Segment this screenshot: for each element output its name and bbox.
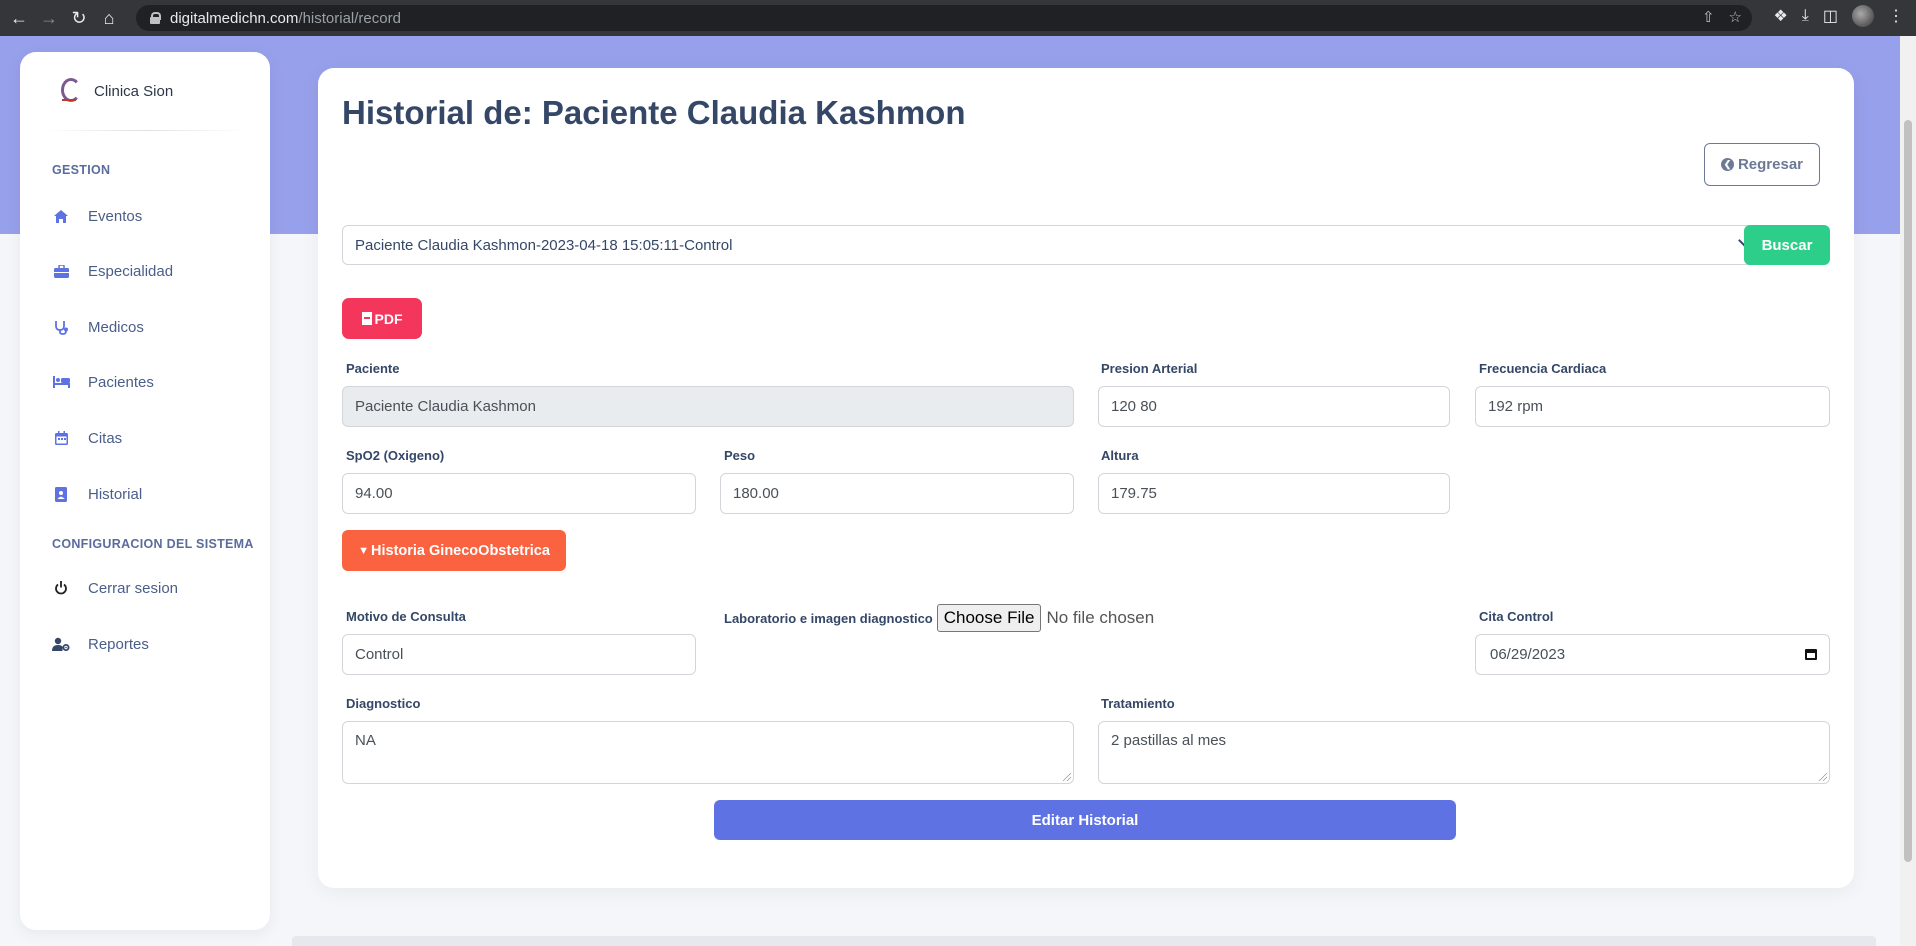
sidebar-item-citas[interactable]: Citas [52,422,252,454]
home-page-icon[interactable]: ⌂ [94,3,124,33]
diagnostico-label: Diagnostico [346,696,421,711]
footer-edge [292,936,1876,946]
page-title: Historial de: Paciente Claudia Kashmon [342,94,966,131]
sidebar-item-pacientes[interactable]: Pacientes [52,366,252,398]
power-icon [52,579,70,597]
pdf-button[interactable]: PDF [342,298,422,339]
sidebar-item-historial[interactable]: Historial [52,478,252,510]
clinic-logo-icon [58,78,81,104]
peso-field[interactable]: 180.00 [720,473,1074,514]
paciente-field: Paciente Claudia Kashmon [342,386,1074,427]
profile-avatar[interactable] [1852,5,1874,27]
gineco-label: Historia GinecoObstetrica [371,542,550,559]
cita-control-label: Cita Control [1479,609,1554,624]
historial-card: Historial de: Paciente Claudia Kashmon ❮… [318,68,1854,888]
sidebar-divider [42,130,248,131]
tratamiento-label: Tratamiento [1101,696,1175,711]
spo2-label: SpO2 (Oxigeno) [346,448,445,463]
resize-handle-icon[interactable] [1063,773,1071,781]
sidebar-item-label: Cerrar sesion [88,579,179,597]
sidebar-item-label: Pacientes [88,373,154,391]
reload-icon[interactable]: ↻ [64,3,94,33]
download-icon[interactable]: ⤓ [1802,7,1809,25]
resize-handle-icon[interactable] [1819,773,1827,781]
forward-arrow-icon[interactable]: → [34,3,64,33]
page-scrollbar[interactable] [1900,36,1916,946]
cita-control-date-field[interactable]: 06/29/2023 [1475,634,1830,675]
sidebar-item-eventos[interactable]: Eventos [52,200,252,232]
circle-back-icon: ❮ [1720,158,1734,171]
star-icon[interactable]: ☆ [1729,8,1742,26]
menu-dots-icon[interactable]: ⋮ [1888,6,1904,26]
sidebar-item-label: Medicos [88,318,144,336]
calendar-icon [52,429,70,447]
url-text: digitalmedichn.com/historial/record [170,9,401,27]
tratamiento-textarea[interactable]: 2 pastillas al mes [1098,721,1830,784]
regresar-label: Regresar [1737,156,1804,173]
caret-down-icon: ▼ [358,544,369,557]
record-select[interactable]: Paciente Claudia Kashmon-2023-04-18 15:0… [342,225,1764,265]
choose-file-button[interactable]: Choose File [936,604,1042,632]
extensions-icon[interactable]: ❖ [1773,6,1787,26]
file-pdf-icon [361,312,372,325]
sidebar-item-label: Citas [88,429,123,447]
sidebar-item-especialidad[interactable]: Especialidad [52,255,252,287]
peso-label: Peso [724,448,756,463]
presion-label: Presion Arterial [1101,361,1198,376]
tratamiento-value: 2 pastillas al mes [1111,732,1227,749]
sidebar-item-cerrar-sesion[interactable]: Cerrar sesion [52,572,252,604]
frecuencia-label: Frecuencia Cardiaca [1479,361,1607,376]
section-configuracion: CONFIGURACION DEL SISTEMA [52,537,254,551]
diagnostico-textarea[interactable]: NA [342,721,1074,784]
user-gear-icon [52,635,70,653]
id-badge-icon [52,485,70,503]
regresar-button[interactable]: ❮ Regresar [1704,143,1820,186]
frecuencia-cardiaca-field[interactable]: 192 rpm [1475,386,1830,427]
motivo-label: Motivo de Consulta [346,609,466,624]
calendar-picker-icon[interactable] [1805,649,1817,660]
stethoscope-icon [52,318,70,336]
cita-control-value: 06/29/2023 [1490,646,1566,663]
presion-arterial-field[interactable]: 120 80 [1098,386,1450,427]
bed-icon [52,373,70,391]
diagnostico-value: NA [355,732,376,749]
motivo-consulta-field[interactable]: Control [342,634,696,675]
file-status: No file chosen [1046,608,1155,627]
buscar-button[interactable]: Buscar [1744,225,1830,265]
altura-field[interactable]: 179.75 [1098,473,1450,514]
sidebar-item-medicos[interactable]: Medicos [52,311,252,343]
briefcase-icon [52,262,70,280]
brand-name: Clinica Sion [94,82,174,100]
side-panel-icon[interactable]: ◫ [1823,6,1838,26]
share-icon[interactable]: ⇧ [1702,8,1715,26]
section-gestion: GESTION [52,163,111,177]
spo2-field[interactable]: 94.00 [342,473,696,514]
sidebar-item-label: Eventos [88,207,143,225]
sidebar-item-reportes[interactable]: Reportes [52,628,252,660]
editar-historial-button[interactable]: Editar Historial [714,800,1456,840]
historia-gineco-toggle[interactable]: ▼ Historia GinecoObstetrica [342,530,566,571]
lock-icon [150,12,161,24]
paciente-label: Paciente [346,361,400,376]
sidebar-item-label: Reportes [88,635,149,653]
browser-toolbar: ← → ↻ ⌂ digitalmedichn.com/historial/rec… [0,0,1916,36]
scrollbar-thumb[interactable] [1904,120,1912,862]
back-arrow-icon[interactable]: ← [4,3,34,33]
altura-label: Altura [1101,448,1139,463]
brand[interactable]: Clinica Sion [58,78,173,104]
laboratorio-label: Laboratorio e imagen diagnostico [724,610,933,626]
home-icon [52,207,70,225]
laboratorio-upload: Laboratorio e imagen diagnostico Choose … [724,604,1154,632]
sidebar-item-label: Historial [88,485,143,503]
pdf-label: PDF [374,310,403,327]
record-select-value: Paciente Claudia Kashmon-2023-04-18 15:0… [355,236,733,254]
sidebar: Clinica Sion GESTION Eventos Especialida… [20,52,270,930]
address-bar[interactable]: digitalmedichn.com/historial/record ⇧ ☆ [136,5,1752,31]
sidebar-item-label: Especialidad [88,262,174,280]
